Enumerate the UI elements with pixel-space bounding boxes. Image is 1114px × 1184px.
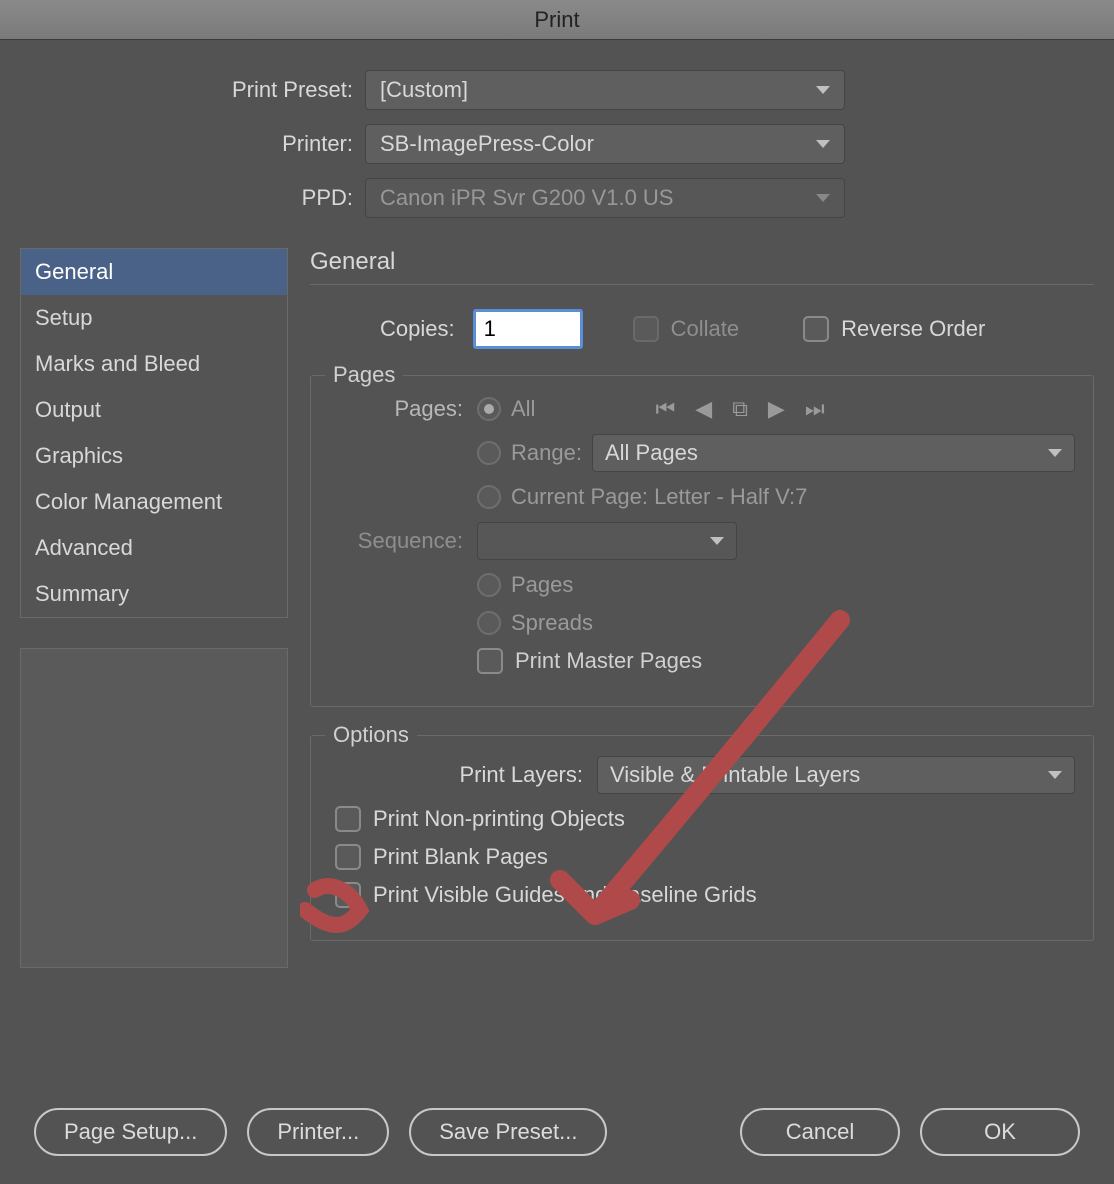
chevron-down-icon [816,194,830,202]
pages-all-label: All [511,396,535,422]
print-layers-label: Print Layers: [329,762,597,788]
prev-page-icon[interactable]: ◀ [695,396,712,422]
current-page-label: Current Page: Letter - Half V:7 [511,484,807,510]
options-fieldset: Options Print Layers: Visible & Printabl… [310,735,1094,941]
sidebar-item-graphics[interactable]: Graphics [21,433,287,479]
print-guides-checkbox[interactable] [335,882,361,908]
chevron-down-icon [1048,449,1062,457]
print-blank-checkbox[interactable] [335,844,361,870]
print-blank-label: Print Blank Pages [373,844,548,870]
print-layers-value: Visible & Printable Layers [610,762,860,788]
pages-label: Pages: [329,396,477,422]
sidebar-item-color-management[interactable]: Color Management [21,479,287,525]
sequence-dropdown [477,522,737,560]
current-page-radio[interactable] [477,485,501,509]
page-preview [20,648,288,968]
printer-value: SB-ImagePress-Color [380,131,594,157]
window-title: Print [534,7,579,33]
ppd-value: Canon iPR Svr G200 V1.0 US [380,185,673,211]
ok-button[interactable]: OK [920,1108,1080,1156]
page-navigation: ⏮ ◀ ⧉ ▶ ⏭ [655,396,824,422]
sidebar-item-summary[interactable]: Summary [21,571,287,617]
ppd-dropdown: Canon iPR Svr G200 V1.0 US [365,178,845,218]
print-master-checkbox[interactable] [477,648,503,674]
options-legend: Options [325,722,417,748]
reverse-order-label: Reverse Order [841,316,985,342]
print-layers-dropdown[interactable]: Visible & Printable Layers [597,756,1075,794]
pages-range-radio[interactable] [477,441,501,465]
pages-radio[interactable] [477,573,501,597]
chevron-down-icon [710,537,724,545]
sidebar-item-general[interactable]: General [21,249,287,295]
collate-label: Collate [671,316,739,342]
print-nonprinting-checkbox[interactable] [335,806,361,832]
sidebar-item-advanced[interactable]: Advanced [21,525,287,571]
pages-fieldset: Pages Pages: All ⏮ ◀ ⧉ ▶ ⏭ Range: All P [310,375,1094,707]
print-master-label: Print Master Pages [515,648,702,674]
chevron-down-icon [816,140,830,148]
pages-range-label: Range: [511,440,582,466]
sidebar-item-output[interactable]: Output [21,387,287,433]
copies-input[interactable] [473,309,583,349]
printer-label: Printer: [20,131,365,157]
chevron-down-icon [816,86,830,94]
last-page-icon[interactable]: ⏭ [805,396,825,422]
next-page-icon[interactable]: ▶ [768,396,785,422]
spreads-radio[interactable] [477,611,501,635]
chevron-down-icon [1048,771,1062,779]
category-sidebar: General Setup Marks and Bleed Output Gra… [20,248,288,618]
print-preset-dropdown[interactable]: [Custom] [365,70,845,110]
printer-button[interactable]: Printer... [247,1108,389,1156]
pages-all-radio[interactable] [477,397,501,421]
copies-label: Copies: [380,316,455,342]
print-preset-value: [Custom] [380,77,468,103]
spread-icon[interactable]: ⧉ [732,396,748,422]
reverse-order-checkbox[interactable] [803,316,829,342]
panel-heading: General [310,248,1094,285]
print-guides-label: Print Visible Guides and Baseline Grids [373,882,757,908]
printer-dropdown[interactable]: SB-ImagePress-Color [365,124,845,164]
first-page-icon[interactable]: ⏮ [655,396,675,422]
page-setup-button[interactable]: Page Setup... [34,1108,227,1156]
range-value: All Pages [605,440,698,466]
sequence-label: Sequence: [329,528,477,554]
sidebar-item-setup[interactable]: Setup [21,295,287,341]
print-nonprinting-label: Print Non-printing Objects [373,806,625,832]
save-preset-button[interactable]: Save Preset... [409,1108,607,1156]
range-dropdown[interactable]: All Pages [592,434,1075,472]
pages-legend: Pages [325,362,403,388]
pages-radio-label: Pages [511,572,573,598]
collate-checkbox [633,316,659,342]
sidebar-item-marks-bleed[interactable]: Marks and Bleed [21,341,287,387]
cancel-button[interactable]: Cancel [740,1108,900,1156]
window-titlebar: Print [0,0,1114,40]
spreads-label: Spreads [511,610,593,636]
print-preset-label: Print Preset: [20,77,365,103]
ppd-label: PPD: [20,185,365,211]
